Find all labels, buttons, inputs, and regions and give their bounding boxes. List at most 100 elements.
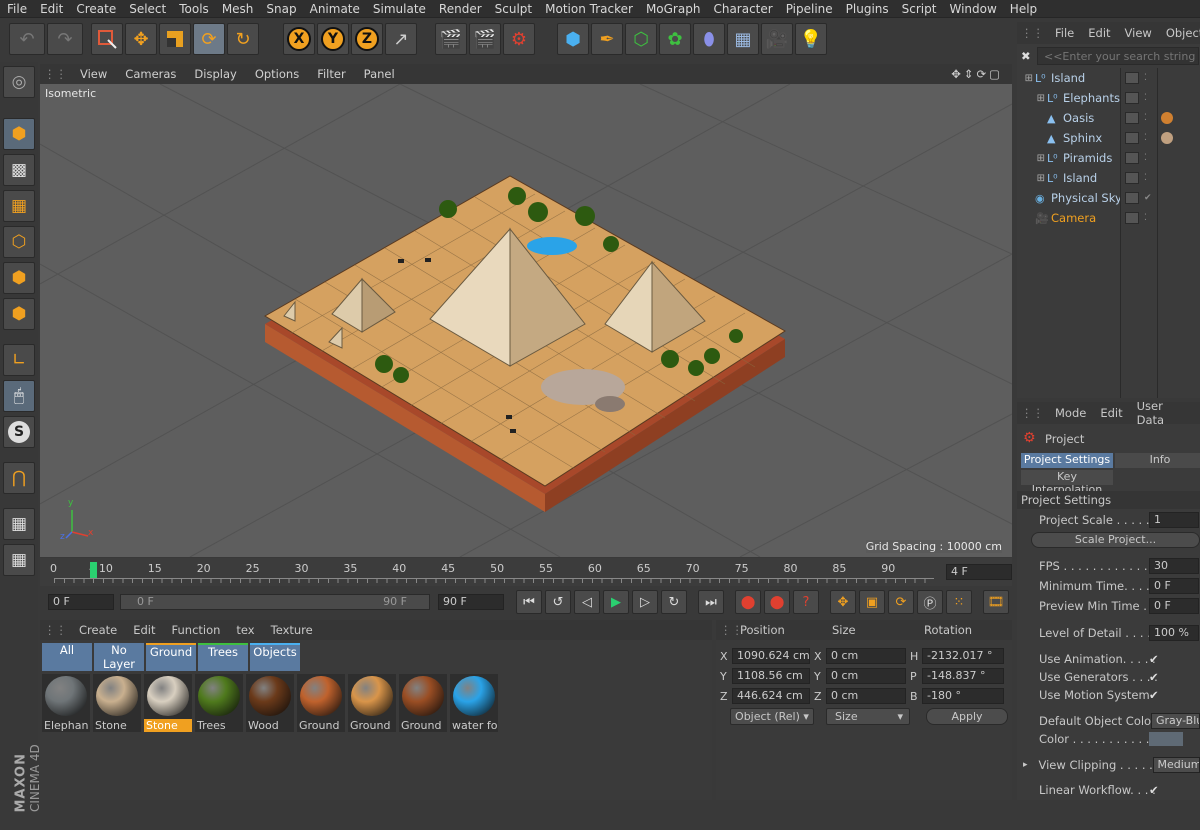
tree-expander-icon[interactable]: ⊞ bbox=[1017, 153, 1047, 164]
record-icon[interactable]: ⬤ bbox=[735, 590, 761, 614]
filter-trees[interactable]: Trees bbox=[198, 643, 248, 671]
filter-objects[interactable]: Objects bbox=[250, 643, 300, 671]
object-menu-view[interactable]: View bbox=[1118, 26, 1159, 40]
coordinate-system-icon[interactable]: ↗ bbox=[385, 23, 417, 55]
play-icon[interactable]: ▶ bbox=[603, 590, 629, 614]
visibility-toggle-icon[interactable] bbox=[1125, 212, 1139, 224]
menu-help[interactable]: Help bbox=[1003, 2, 1043, 16]
viewport-menu-cameras[interactable]: Cameras bbox=[116, 67, 185, 81]
use-generators-checkbox[interactable]: ✔ bbox=[1149, 670, 1159, 684]
key-position-icon[interactable]: ✥ bbox=[830, 590, 856, 614]
object-row[interactable]: ⊞L⁰Elephants⁚ bbox=[1017, 88, 1200, 108]
material-item[interactable]: Stone bbox=[144, 674, 192, 732]
next-key-icon[interactable]: ↻ bbox=[661, 590, 687, 614]
material-item[interactable]: Ground bbox=[348, 674, 396, 732]
preview-min-field[interactable]: 0 F bbox=[1149, 598, 1199, 614]
material-item[interactable]: Stone bbox=[93, 674, 141, 732]
texture-mode-icon[interactable]: ▩ bbox=[3, 154, 35, 186]
pen-icon[interactable]: ✒ bbox=[591, 23, 623, 55]
material-menu-function[interactable]: Function bbox=[164, 623, 229, 637]
layer-dots-icon[interactable]: ⁚ bbox=[1144, 153, 1147, 163]
key-pla-icon[interactable]: ⁙ bbox=[946, 590, 972, 614]
object-row[interactable]: ▲Oasis⁚ bbox=[1017, 108, 1200, 128]
material-menu-texture[interactable]: Texture bbox=[263, 623, 321, 637]
subdivision-icon[interactable]: ⬡ bbox=[625, 23, 657, 55]
menu-script[interactable]: Script bbox=[895, 2, 943, 16]
position-field[interactable]: 1108.56 cm bbox=[732, 668, 810, 684]
layer-dots-icon[interactable]: ⁚ bbox=[1144, 113, 1147, 123]
key-rotation-icon[interactable]: ⟳ bbox=[888, 590, 914, 614]
visibility-toggle-icon[interactable] bbox=[1125, 92, 1139, 104]
menu-select[interactable]: Select bbox=[122, 2, 172, 16]
use-animation-checkbox[interactable]: ✔ bbox=[1149, 652, 1159, 666]
tab-info[interactable]: Info bbox=[1115, 453, 1200, 468]
render-view-icon[interactable]: 🎬 bbox=[435, 23, 467, 55]
light-icon[interactable]: 💡 bbox=[795, 23, 827, 55]
menu-tools[interactable]: Tools bbox=[172, 2, 215, 16]
menu-mesh[interactable]: Mesh bbox=[215, 2, 260, 16]
material-item[interactable]: Trees bbox=[195, 674, 243, 732]
material-item[interactable]: Elephan bbox=[42, 674, 90, 732]
menu-create[interactable]: Create bbox=[69, 2, 122, 16]
key-parameter-icon[interactable]: Ⓟ bbox=[917, 590, 943, 614]
viewport-nav-icons[interactable]: ✥⇕⟳▢ bbox=[942, 67, 1012, 81]
x-axis-icon[interactable]: X bbox=[283, 23, 315, 55]
viewport-menu-options[interactable]: Options bbox=[246, 67, 308, 81]
menu-character[interactable]: Character bbox=[706, 2, 778, 16]
snap-icon[interactable]: ▦ bbox=[3, 544, 35, 576]
viewport-menu-filter[interactable]: Filter bbox=[308, 67, 354, 81]
layer-dots-icon[interactable]: ⁚ bbox=[1144, 133, 1147, 143]
render-picture-viewer-icon[interactable]: 🎬 bbox=[469, 23, 501, 55]
object-row[interactable]: ▲Sphinx⁚ bbox=[1017, 128, 1200, 148]
tab-project-settings[interactable]: Project Settings bbox=[1021, 453, 1113, 468]
timeline-playhead[interactable] bbox=[90, 562, 97, 578]
menu-mograph[interactable]: MoGraph bbox=[639, 2, 707, 16]
layer-dots-icon[interactable]: ✔ bbox=[1144, 193, 1152, 203]
visibility-toggle-icon[interactable] bbox=[1125, 152, 1139, 164]
material-tag-icon[interactable] bbox=[1161, 132, 1173, 144]
object-row[interactable]: ◉Physical Sky✔ bbox=[1017, 188, 1200, 208]
magnet-icon[interactable]: ⋂ bbox=[3, 462, 35, 494]
prev-key-icon[interactable]: ↺ bbox=[545, 590, 571, 614]
scale-project-button[interactable]: Scale Project... bbox=[1031, 532, 1200, 548]
edit-render-settings-icon[interactable]: ⚙ bbox=[503, 23, 535, 55]
tab-key-interpolation[interactable]: Key Interpolation bbox=[1021, 470, 1113, 485]
size-field[interactable]: 0 cm bbox=[826, 688, 906, 704]
object-menu-objects[interactable]: Objects bbox=[1159, 26, 1200, 40]
viewport-menu-panel[interactable]: Panel bbox=[355, 67, 404, 81]
visibility-toggle-icon[interactable] bbox=[1125, 192, 1139, 204]
undo-icon[interactable]: ↶ bbox=[9, 23, 45, 55]
attribute-menu-mode[interactable]: Mode bbox=[1048, 406, 1093, 420]
menu-window[interactable]: Window bbox=[942, 2, 1002, 16]
keyframe-selection-icon[interactable]: ? bbox=[793, 590, 819, 614]
color-swatch[interactable] bbox=[1149, 732, 1183, 746]
model-mode-icon[interactable]: ⬢ bbox=[3, 118, 35, 150]
tweak-mode-icon[interactable]: 🖱 bbox=[3, 380, 35, 412]
goto-end-icon[interactable]: ⏭ bbox=[698, 590, 724, 614]
menu-pipeline[interactable]: Pipeline bbox=[779, 2, 839, 16]
rotation-field[interactable]: -180 ° bbox=[922, 688, 1004, 704]
position-field[interactable]: 1090.624 cm bbox=[732, 648, 810, 664]
end-frame-field[interactable]: 90 F bbox=[438, 594, 504, 610]
apply-button[interactable]: Apply bbox=[926, 708, 1008, 725]
key-scale-icon[interactable]: ▣ bbox=[859, 590, 885, 614]
viewport-menu-display[interactable]: Display bbox=[185, 67, 245, 81]
rotation-field[interactable]: -148.837 ° bbox=[922, 668, 1004, 684]
visibility-toggle-icon[interactable] bbox=[1125, 132, 1139, 144]
object-menu-file[interactable]: File bbox=[1048, 26, 1081, 40]
layer-dots-icon[interactable]: ⁚ bbox=[1144, 73, 1147, 83]
expand-icon[interactable]: ▸ bbox=[1017, 760, 1031, 770]
next-frame-icon[interactable]: ▷ bbox=[632, 590, 658, 614]
menu-file[interactable]: File bbox=[0, 2, 33, 16]
range-slider[interactable]: 0 F 90 F bbox=[120, 594, 430, 610]
viewport-menu-view[interactable]: View bbox=[71, 67, 116, 81]
redo-icon[interactable]: ↷ bbox=[47, 23, 83, 55]
menu-plugins[interactable]: Plugins bbox=[839, 2, 895, 16]
cloner-icon[interactable]: ✿ bbox=[659, 23, 691, 55]
size-mode-dropdown[interactable]: Size ▾ bbox=[826, 708, 910, 725]
use-motion-checkbox[interactable]: ✔ bbox=[1149, 688, 1159, 702]
material-menu-tex[interactable]: tex bbox=[228, 623, 262, 637]
current-frame-field[interactable]: 4 F bbox=[946, 564, 1012, 580]
layer-dots-icon[interactable]: ⁚ bbox=[1144, 173, 1147, 183]
visibility-toggle-icon[interactable] bbox=[1125, 72, 1139, 84]
